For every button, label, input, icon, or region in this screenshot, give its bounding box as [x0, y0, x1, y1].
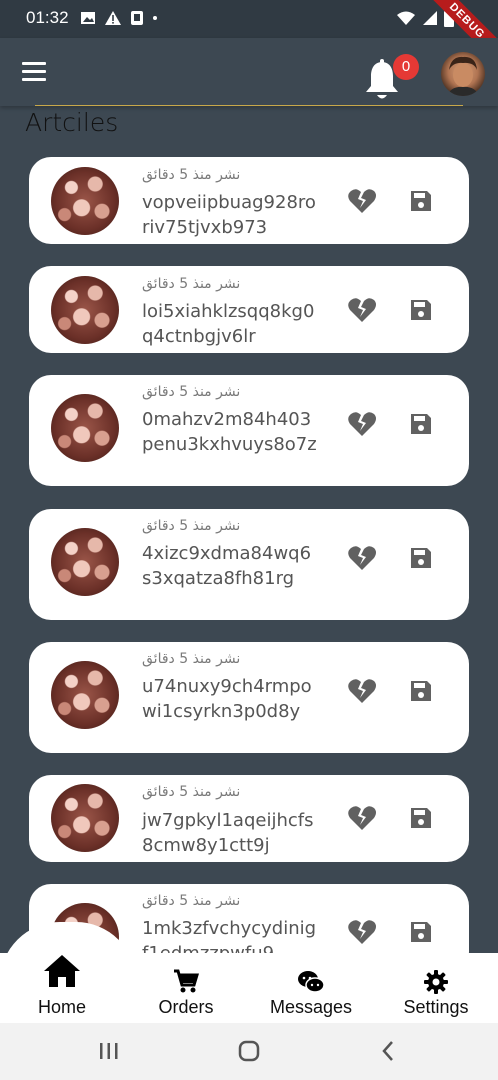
recent-apps-icon[interactable]: [98, 1041, 120, 1061]
article-thumbnail: [51, 528, 119, 596]
article-time: نشر منذ 5 دقائق: [142, 651, 241, 667]
app-icon: [131, 11, 143, 25]
menu-icon[interactable]: [22, 62, 46, 82]
article-time: نشر منذ 5 دقائق: [142, 784, 241, 800]
article-card[interactable]: نشر منذ 5 دقائق vopveiipbuag928roriv75tj…: [29, 157, 469, 244]
nav-orders-label: Orders: [158, 997, 214, 1017]
dot-icon: [153, 16, 157, 20]
article-card[interactable]: نشر منذ 5 دقائق 4xizc9xdma84wq6s3xqatza8…: [29, 509, 469, 620]
notification-badge: 0: [393, 54, 419, 80]
chat-icon: [298, 971, 325, 993]
profile-avatar[interactable]: [441, 52, 485, 96]
gear-icon: [424, 970, 448, 994]
wifi-icon: [397, 11, 415, 25]
save-icon[interactable]: [410, 547, 432, 569]
broken-heart-icon[interactable]: [347, 919, 377, 945]
home-system-icon[interactable]: [238, 1040, 260, 1062]
article-title: 4xizc9xdma84wq6s3xqatza8fh81rg: [142, 543, 312, 589]
article-thumbnail: [51, 167, 119, 235]
article-time: نشر منذ 5 دقائق: [142, 276, 241, 292]
image-icon: [81, 12, 95, 24]
section-title: Artciles: [25, 108, 119, 137]
system-nav-bar: [0, 1023, 498, 1080]
article-title: loi5xiahklzsqq8kg0q4ctnbgjv6lr: [142, 301, 315, 347]
save-icon[interactable]: [410, 190, 432, 212]
save-icon[interactable]: [410, 680, 432, 702]
save-icon[interactable]: [410, 413, 432, 435]
app-bar: 0: [0, 38, 498, 106]
nav-home[interactable]: Home: [0, 953, 124, 1023]
cart-icon: [174, 969, 199, 993]
broken-heart-icon[interactable]: [347, 297, 377, 323]
home-icon: [44, 955, 80, 987]
save-icon[interactable]: [410, 921, 432, 943]
article-title: u74nuxy9ch4rmpowi1csyrkn3p0d8y: [142, 676, 312, 722]
article-thumbnail: [51, 784, 119, 852]
broken-heart-icon[interactable]: [347, 678, 377, 704]
save-icon[interactable]: [410, 807, 432, 829]
status-bar: 01:32 DEBUG: [0, 0, 498, 74]
article-thumbnail: [51, 276, 119, 344]
article-time: نشر منذ 5 دقائق: [142, 167, 241, 183]
article-card[interactable]: نشر منذ 5 دقائق jw7gpkyl1aqeijhcfs8cmw8y…: [29, 775, 469, 862]
nav-settings[interactable]: Settings: [374, 953, 498, 1023]
nav-messages-label: Messages: [269, 997, 353, 1017]
nav-messages[interactable]: Messages: [249, 953, 373, 1023]
article-title: jw7gpkyl1aqeijhcfs8cmw8y1ctt9j: [142, 810, 314, 856]
nav-settings-label: Settings: [403, 997, 469, 1017]
article-card[interactable]: نشر منذ 5 دقائق 0mahzv2m84h403penu3kxhvu…: [29, 375, 469, 486]
nav-home-label: Home: [37, 997, 86, 1017]
header-divider: [35, 105, 463, 106]
broken-heart-icon[interactable]: [347, 545, 377, 571]
broken-heart-icon[interactable]: [347, 805, 377, 831]
article-card[interactable]: نشر منذ 5 دقائق loi5xiahklzsqq8kg0q4ctnb…: [29, 266, 469, 353]
signal-icon: [423, 11, 437, 25]
nav-orders[interactable]: Orders: [124, 953, 248, 1023]
back-icon[interactable]: [380, 1040, 396, 1062]
article-time: نشر منذ 5 دقائق: [142, 384, 241, 400]
broken-heart-icon[interactable]: [347, 188, 377, 214]
article-thumbnail: [51, 661, 119, 729]
avatar-image: [447, 56, 479, 96]
warning-icon: [105, 11, 121, 25]
article-time: نشر منذ 5 دقائق: [142, 518, 241, 534]
status-time: 01:32: [26, 8, 69, 27]
broken-heart-icon[interactable]: [347, 411, 377, 437]
save-icon[interactable]: [410, 299, 432, 321]
article-card[interactable]: نشر منذ 5 دقائق u74nuxy9ch4rmpowi1csyrkn…: [29, 642, 469, 753]
article-thumbnail: [51, 394, 119, 462]
article-title: 0mahzv2m84h403penu3kxhvuys8o7z: [142, 409, 317, 455]
article-time: نشر منذ 5 دقائق: [142, 893, 241, 909]
status-notification-icons: [80, 10, 158, 26]
article-title: vopveiipbuag928roriv75tjvxb973: [142, 192, 316, 238]
